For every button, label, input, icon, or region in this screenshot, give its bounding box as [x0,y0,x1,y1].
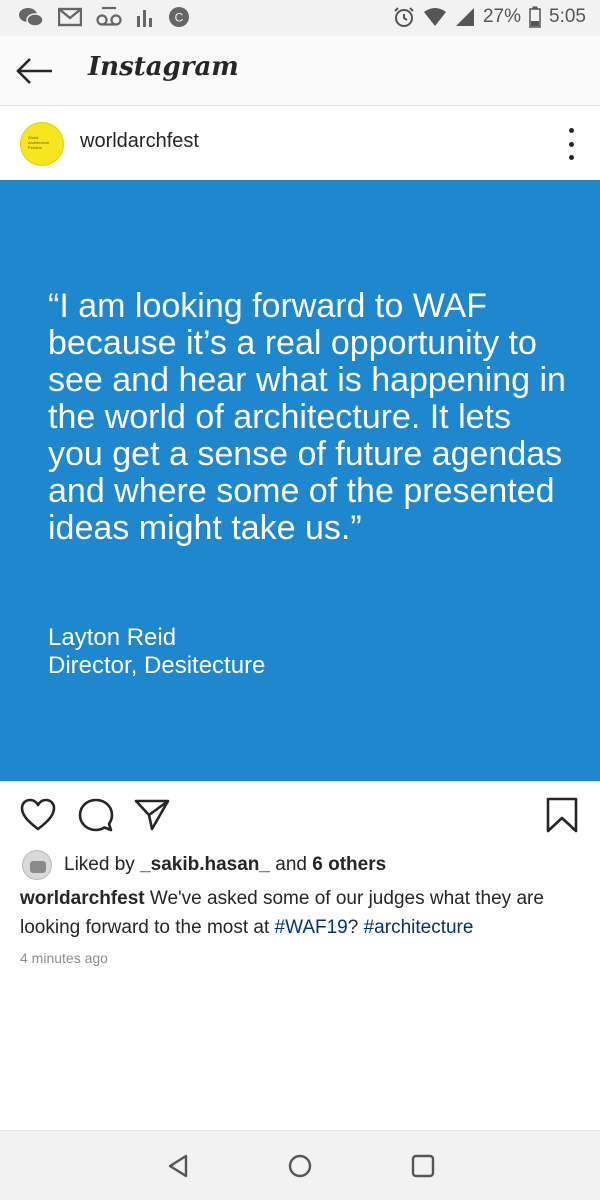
profile-avatar[interactable]: World Architecture Festival [20,122,64,166]
hashtag-waf19[interactable]: #WAF19 [275,917,348,938]
signal-bars-icon [137,10,152,27]
comment-icon [78,798,114,832]
circle-home-icon [288,1154,312,1178]
hashtag-architecture[interactable]: #architecture [364,917,474,938]
post-image[interactable]: “I am looking forward to WAF because it’… [0,180,600,781]
likes-middle: and [275,854,307,875]
likes-summary[interactable]: Liked by _sakib.hasan_ and 6 others [22,850,386,880]
system-status: 27% 5:05 [393,6,586,28]
square-recents-icon [411,1154,435,1178]
voicemail-icon [96,6,122,26]
likes-others[interactable]: 6 others [312,854,386,876]
back-button[interactable] [14,53,56,89]
battery-percent: 27% [482,6,522,27]
gmail-icon [58,7,82,27]
status-bar: C 27% 5:05 [0,0,600,36]
comment-button[interactable] [78,797,114,833]
more-dot [568,155,574,160]
caption-punct: ? [347,917,359,938]
liker-avatar [22,850,52,880]
wifi-icon [423,8,446,26]
save-button[interactable] [544,797,580,833]
likes-prefix: Liked by [64,854,135,875]
cell-signal-icon [455,8,474,26]
system-nav-bar [0,1130,600,1200]
nav-home-button[interactable] [285,1151,315,1181]
alarm-icon [394,7,414,27]
post-header: World Architecture Festival worldarchfes… [0,106,600,180]
quote-author: Layton Reid [48,624,177,651]
svg-text:C: C [175,11,184,25]
nav-back-button[interactable] [164,1151,194,1181]
clock: 5:05 [549,6,586,27]
share-button[interactable] [134,797,170,833]
like-button[interactable] [20,797,56,833]
avatar-logo-text: World Architecture Festival [28,135,50,150]
liker-username[interactable]: _sakib.hasan_ [140,854,270,876]
quote-author-role: Director, Desitecture [48,652,266,679]
app-title: Instagram [88,52,239,82]
quote-text: “I am looking forward to WAF because it’… [48,287,566,547]
more-dots-icon [568,128,574,133]
battery-icon [529,6,541,28]
post-caption: worldarchfest We've asked some of our ju… [20,884,585,942]
nav-recents-button[interactable] [408,1151,438,1181]
app-c-icon: C [169,7,189,27]
heart-icon [20,798,56,831]
wechat-icon [19,8,44,27]
paper-plane-icon [134,799,170,831]
arrow-left-icon [16,58,52,84]
caption-username[interactable]: worldarchfest [20,888,145,909]
post-actions [0,781,600,851]
app-bar: Instagram [0,36,600,106]
notification-icons: C [18,6,190,28]
post-timestamp: 4 minutes ago [20,950,108,966]
triangle-back-icon [168,1154,188,1178]
more-dot [568,141,574,147]
post-username[interactable]: worldarchfest [80,130,199,153]
more-options-button[interactable] [566,128,576,160]
bookmark-icon [546,797,578,833]
